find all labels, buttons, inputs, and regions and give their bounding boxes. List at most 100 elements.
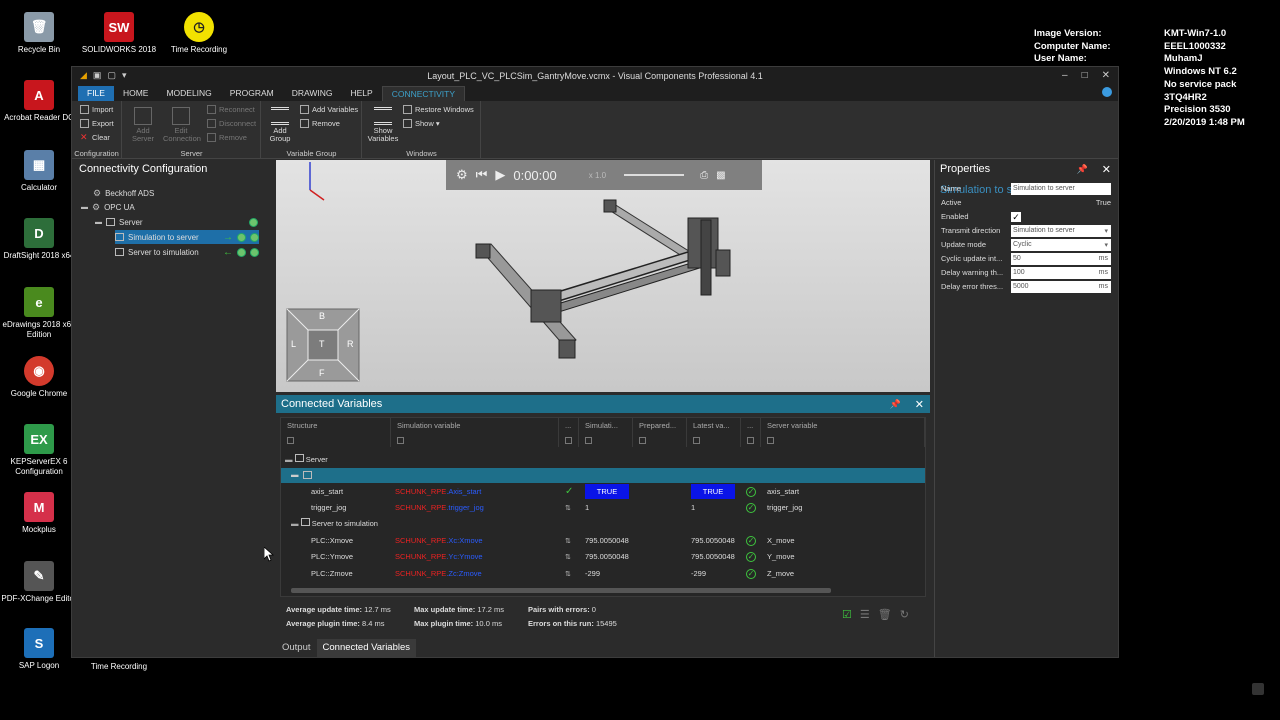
enabled-checkbox[interactable]: ✓ [1011,211,1021,222]
column-header[interactable]: Simulation variable [391,418,559,434]
new-icon[interactable]: ▢ [107,70,116,81]
property-field[interactable]: 50 ms [1011,252,1111,265]
column-header[interactable]: ... [741,418,761,434]
simulation-variable-cell: SCHUNK_RPE.Axis_start [395,487,482,496]
customize-icon[interactable]: ▾ [122,70,127,81]
speed-slider[interactable] [624,174,685,176]
validate-icon[interactable]: ☑ [842,608,852,621]
tab-modeling[interactable]: MODELING [157,86,220,101]
nav-cube-front[interactable]: F [319,368,325,378]
add-server-label: Add Server [131,126,155,143]
kepserverex-icon[interactable]: EX KEPServerEX 6 Configuration [0,424,78,477]
recycle-bin-icon[interactable]: 🗑 Recycle Bin [0,12,78,55]
nav-cube-left[interactable]: L [291,339,296,349]
chrome-icon[interactable]: ◉ Google Chrome [0,356,78,399]
save-icon[interactable]: ▣ [93,70,102,81]
column-filter[interactable] [761,434,925,447]
tab-help[interactable]: HELP [341,86,381,101]
3d-viewport[interactable]: ⚙ ⏮ ▶ 0:00:00 x 1.0 ⎙ ▩ B T R L F [276,160,930,392]
nav-cube-top[interactable]: T [319,339,325,349]
column-filter[interactable] [281,434,391,447]
reconnect-button[interactable]: Reconnect [207,105,255,114]
settings-icon[interactable]: ⚙ [456,167,468,183]
selected-group-row[interactable]: ▬ [281,468,925,483]
solidworks-icon[interactable]: SW SOLIDWORKS 2018 [80,12,158,55]
show-variables-button[interactable]: Show Variables [367,107,399,143]
record-icon[interactable]: ⎙ [700,170,708,181]
import-button[interactable]: Import [80,105,113,114]
column-filter[interactable] [391,434,559,447]
tree-item-server[interactable]: ▬ Server [95,215,143,229]
tree-item-server-to-sim[interactable]: Server to simulation ← [115,245,259,259]
column-header[interactable]: ... [559,418,579,434]
time-recording-icon[interactable]: ◷ Time Recording [160,12,238,55]
column-header[interactable]: Latest va... [687,418,741,434]
camera-icon[interactable]: ▩ [716,170,725,181]
tab-drawing[interactable]: DRAWING [283,86,342,101]
clear-button[interactable]: ✕ Clear [80,133,110,143]
horizontal-scrollbar[interactable] [291,588,831,593]
tree-item-sim-to-server[interactable]: Simulation to server → [115,230,259,244]
column-filter[interactable] [579,434,633,447]
edit-connection-button[interactable]: Edit Connection [163,107,201,143]
tree-label: Server to simulation [128,247,199,257]
draftsight-icon[interactable]: D DraftSight 2018 x64 [0,218,78,261]
refresh-icon[interactable]: ↻ [900,608,909,621]
time-recording-bottom-icon[interactable]: Time Recording [80,662,158,672]
rewind-icon[interactable]: ⏮ [476,167,488,183]
close-icon[interactable]: ✕ [1102,70,1110,81]
tab-file[interactable]: FILE [78,86,114,101]
column-header[interactable]: Server variable [761,418,925,434]
pin-icon[interactable]: 📌 [890,399,901,410]
help-icon[interactable] [1102,87,1112,97]
server-remove-button[interactable]: Remove [207,133,247,142]
collapse-icon[interactable]: ▬ [95,219,102,226]
tab-connected-variables[interactable]: Connected Variables [316,639,417,657]
show-dropdown-button[interactable]: Show ▾ [403,119,440,128]
tab-output[interactable]: Output [276,639,317,657]
column-filter[interactable] [559,434,579,447]
minimize-icon[interactable]: – [1062,70,1068,81]
tab-program[interactable]: PROGRAM [221,86,283,101]
column-filter[interactable] [741,434,761,447]
nav-cube-right[interactable]: R [347,339,354,349]
close-icon[interactable]: ✕ [915,398,924,411]
add-server-button[interactable]: Add Server [129,107,157,143]
property-field[interactable]: 100 ms [1011,266,1111,279]
property-field[interactable]: 5000 ms [1011,280,1111,293]
restore-windows-button[interactable]: Restore Windows [403,105,474,114]
column-filter[interactable] [687,434,741,447]
column-filter[interactable] [633,434,687,447]
add-group-button[interactable]: Add Group [266,107,294,143]
edrawings-icon[interactable]: e eDrawings 2018 x64 Edition [0,287,78,340]
export-button[interactable]: Export [80,119,114,128]
mockplus-icon[interactable]: M Mockplus [0,492,78,535]
tray-icon[interactable] [1252,683,1264,695]
pin-icon[interactable]: 📌 [1077,164,1088,175]
sap-logon-icon[interactable]: S SAP Logon [0,628,78,671]
tab-home[interactable]: HOME [114,86,158,101]
collapse-icon[interactable]: ▬ [81,204,88,211]
close-icon[interactable]: ✕ [1102,163,1111,176]
disconnect-button[interactable]: Disconnect [207,119,256,128]
property-field[interactable]: Simulation to server ▾ [1011,224,1111,237]
delete-icon[interactable]: 🗑 [878,608,892,621]
play-icon[interactable]: ▶ [495,167,505,183]
column-header[interactable]: Simulati... [579,418,633,434]
acrobat-reader-icon[interactable]: A Acrobat Reader DC [0,80,78,123]
column-header[interactable]: Prepared... [633,418,687,434]
calculator-icon[interactable]: ▦ Calculator [0,150,78,193]
property-field[interactable]: Simulation to server [1011,182,1111,195]
tree-item-opcua[interactable]: ▬ ⚙ OPC UA [81,200,135,214]
property-field[interactable]: Cyclic ▾ [1011,238,1111,251]
pdf-xchange-icon[interactable]: ✎ PDF-XChange Editor [0,561,78,604]
tab-connectivity[interactable]: CONNECTIVITY [381,86,465,101]
navigation-cube[interactable]: B T R L F [286,308,360,382]
add-variables-button[interactable]: Add Variables [300,105,358,114]
list-icon[interactable]: ☰ [860,608,870,621]
tree-item-beckhoff[interactable]: ⚙ Beckhoff ADS [81,186,154,200]
column-header[interactable]: Structure [281,418,391,434]
maximize-icon[interactable]: □ [1082,70,1088,81]
nav-cube-back[interactable]: B [319,311,325,321]
variables-remove-button[interactable]: Remove [300,119,340,128]
